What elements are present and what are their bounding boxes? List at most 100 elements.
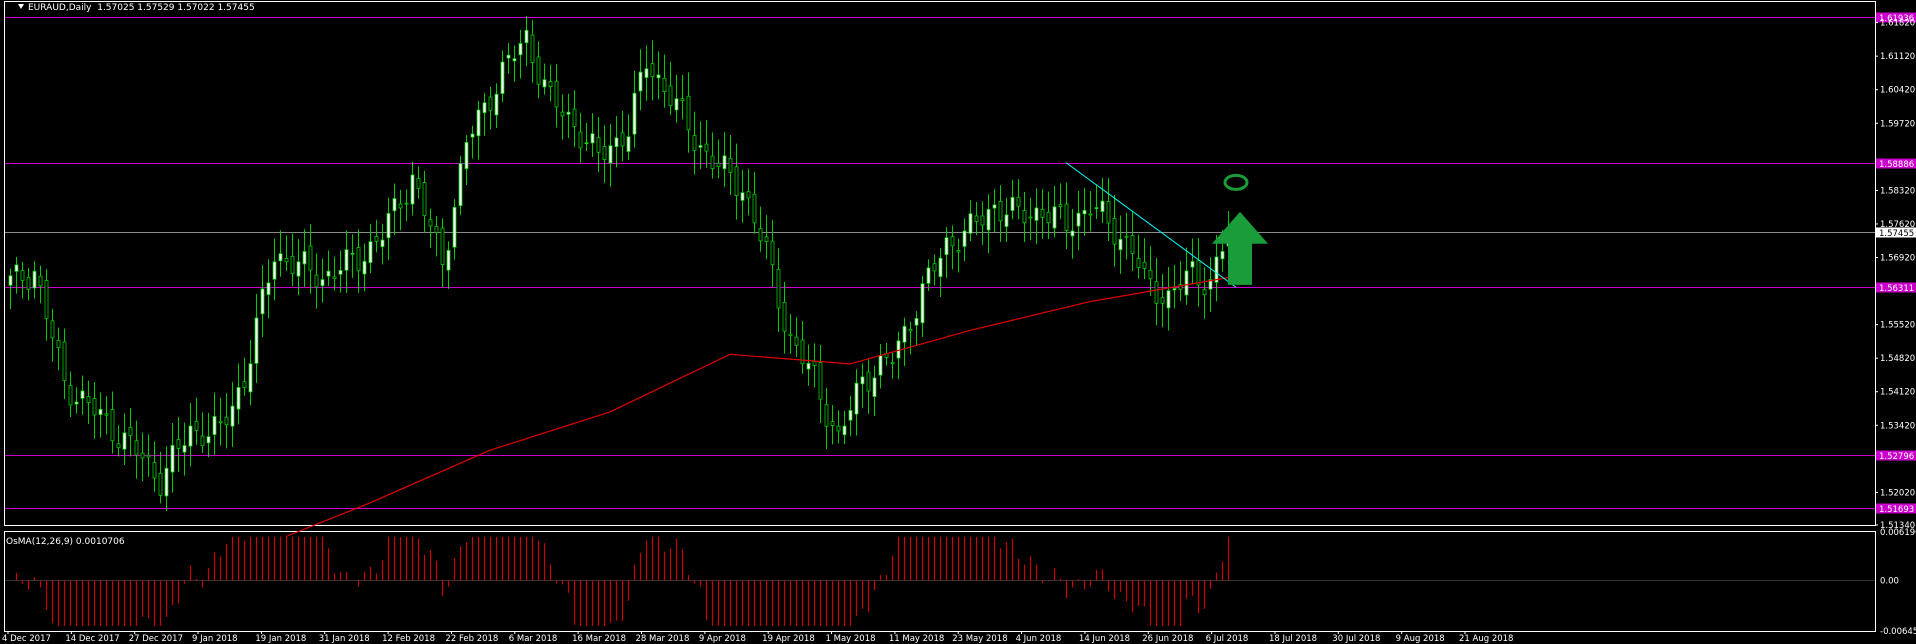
candle xyxy=(332,256,337,291)
candle-body xyxy=(140,452,145,459)
candle xyxy=(938,248,943,298)
indicator-tick-label: 0.00 xyxy=(1880,576,1899,586)
candle-body xyxy=(920,283,925,324)
candle-body xyxy=(74,401,79,405)
candle-body xyxy=(1058,204,1063,208)
candle xyxy=(578,112,583,163)
time-tick-label: 6 Mar 2018 xyxy=(509,634,557,644)
candle xyxy=(86,380,91,425)
price-tick-label: 1.53420 xyxy=(1880,421,1915,431)
candle xyxy=(458,155,463,216)
candle-body xyxy=(14,264,19,272)
candle-body xyxy=(488,96,493,111)
candle xyxy=(824,387,829,450)
candle xyxy=(890,352,895,379)
candle-body xyxy=(1064,203,1069,231)
candle-body xyxy=(494,93,499,116)
candle-body xyxy=(608,145,613,164)
candle xyxy=(1196,237,1201,307)
candle-body xyxy=(698,145,703,148)
candle-body xyxy=(794,336,799,346)
candle-body xyxy=(482,102,487,114)
candle-body xyxy=(824,404,829,427)
candle-body xyxy=(416,178,421,189)
candle-body xyxy=(806,362,811,370)
candle xyxy=(62,328,67,400)
candle-body xyxy=(656,74,661,79)
candle-body xyxy=(398,203,403,209)
candle-body xyxy=(752,193,757,224)
candle xyxy=(266,259,271,319)
candle xyxy=(362,243,367,292)
candle xyxy=(980,201,985,245)
current-price-line-group: 1.57455 xyxy=(5,227,1916,239)
candle-body xyxy=(548,81,553,87)
candle xyxy=(170,423,175,493)
candle xyxy=(1142,238,1147,280)
candle xyxy=(230,382,235,447)
candle xyxy=(1190,238,1195,284)
candle-body xyxy=(206,436,211,444)
candle xyxy=(194,397,199,445)
candle-body xyxy=(410,174,415,205)
candle xyxy=(1010,179,1015,220)
candle xyxy=(536,41,541,99)
candle-body xyxy=(620,132,625,147)
time-tick-label: 31 Jan 2018 xyxy=(319,634,370,644)
candle xyxy=(998,185,1003,242)
time-tick-label: 30 Jul 2018 xyxy=(1332,634,1380,644)
time-tick-label: 11 May 2018 xyxy=(889,634,944,644)
candle-body xyxy=(392,198,397,212)
candle-body xyxy=(662,77,667,93)
price-tick-label: 1.59720 xyxy=(1880,119,1915,129)
candle-body xyxy=(1076,212,1081,227)
candle-body xyxy=(1094,207,1099,210)
candle xyxy=(638,49,643,111)
chart-window: 1.61936 1.58886 1.56311 1.52796 1.51693 1.57… xyxy=(0,0,1916,644)
candle xyxy=(896,331,901,379)
time-tick-label: 6 Jul 2018 xyxy=(1206,634,1249,644)
candle xyxy=(740,169,745,223)
candle xyxy=(356,229,361,293)
candle xyxy=(716,139,721,179)
osma-indicator-label: OsMA(12,26,9) 0.0010706 xyxy=(6,537,125,547)
candle xyxy=(800,320,805,374)
candle-body xyxy=(710,155,715,169)
candle-body xyxy=(848,410,853,421)
candle-body xyxy=(104,413,109,416)
candle-body xyxy=(1118,238,1123,251)
candle xyxy=(920,275,925,337)
candle xyxy=(68,371,73,418)
candle xyxy=(158,451,163,504)
candle-body xyxy=(38,275,43,287)
ohlc-values: 1.57025 1.57529 1.57022 1.57455 xyxy=(97,3,255,13)
candle xyxy=(128,408,133,457)
candle-body xyxy=(182,445,187,453)
time-tick-label: 16 Mar 2018 xyxy=(572,634,626,644)
candle xyxy=(236,363,241,425)
candle-body xyxy=(164,467,169,497)
time-tick-label: 23 May 2018 xyxy=(952,634,1007,644)
candle-body xyxy=(830,421,835,426)
candle-body xyxy=(20,270,25,282)
chart-menu-arrow-icon[interactable] xyxy=(18,4,24,9)
chart-title[interactable]: EURAUD,Daily 1.57025 1.57529 1.57022 1.5… xyxy=(18,3,255,14)
time-tick-label: 9 Apr 2018 xyxy=(699,634,746,644)
annotations xyxy=(1212,173,1268,285)
candle xyxy=(428,208,433,248)
candle xyxy=(974,201,979,236)
candle xyxy=(1046,191,1051,240)
candle-body xyxy=(758,228,763,242)
candle-body xyxy=(650,63,655,78)
candle xyxy=(632,70,637,148)
candle xyxy=(686,72,691,153)
candle xyxy=(398,189,403,231)
candle xyxy=(752,171,757,234)
candle-body xyxy=(644,68,649,78)
candle xyxy=(206,412,211,458)
candle-body xyxy=(770,240,775,266)
candle-body xyxy=(554,80,559,108)
candle-body xyxy=(1184,270,1189,296)
candle-body xyxy=(812,361,817,366)
candle-body xyxy=(188,425,193,447)
